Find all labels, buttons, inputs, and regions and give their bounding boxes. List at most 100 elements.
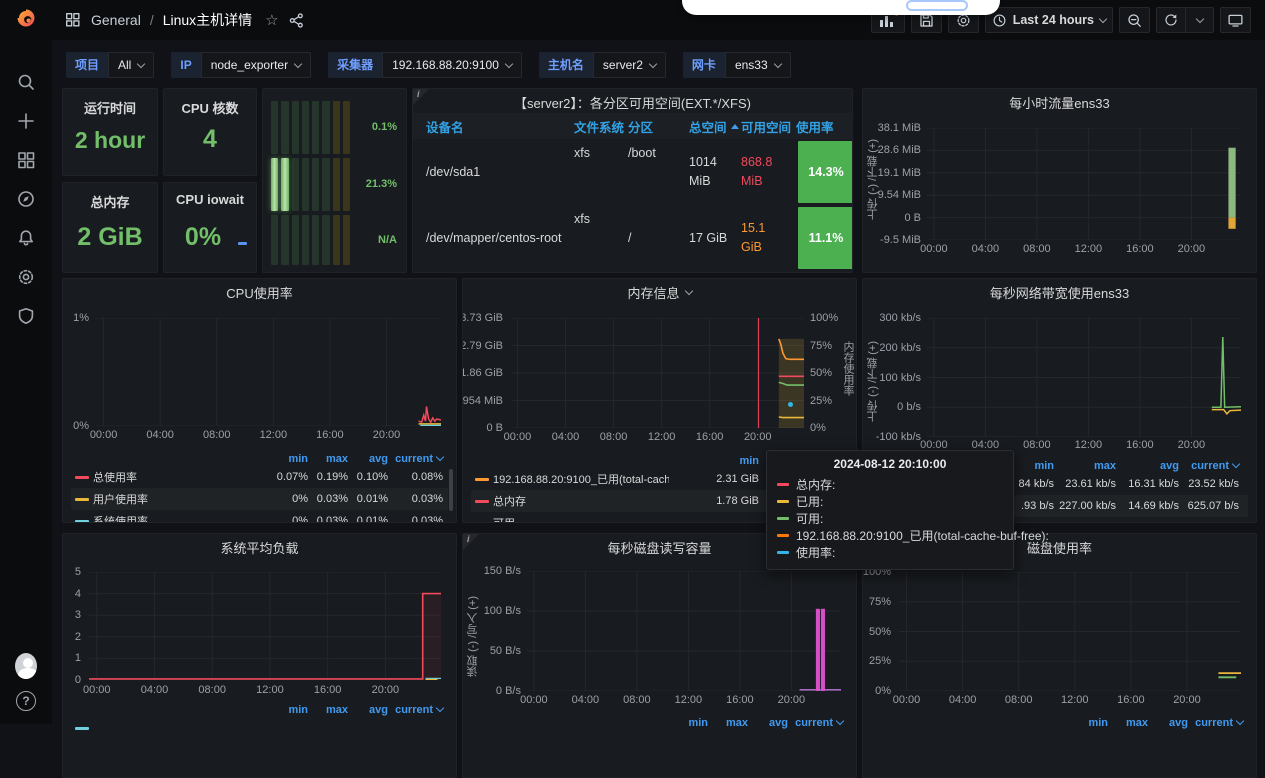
create-plus-icon[interactable] xyxy=(15,110,37,132)
time-range-picker[interactable]: Last 24 hours xyxy=(985,7,1113,33)
legend-scrollbar[interactable] xyxy=(449,469,453,511)
panel-title[interactable]: CPU iowait xyxy=(164,192,256,207)
col-header-total[interactable]: 总空间 xyxy=(689,117,741,136)
breadcrumb-section[interactable]: General xyxy=(91,12,141,28)
disk-usage-plot[interactable] xyxy=(899,572,1241,691)
series-label[interactable]: 总使用率 xyxy=(93,469,253,485)
panel-title[interactable]: 每小时流量ens33 xyxy=(863,89,1256,115)
upload-line xyxy=(1212,410,1241,414)
legend-sort-min[interactable]: min xyxy=(253,453,308,465)
col-header-fs[interactable]: 文件系统 xyxy=(574,117,628,136)
table-row[interactable]: /dev/mapper/centos-root xfs / 17 GiB 15.… xyxy=(413,205,852,271)
filter-value-dropdown[interactable]: 192.168.88.20:9100 xyxy=(382,52,522,78)
col-header-usage[interactable]: 使用率 xyxy=(796,117,853,136)
col-header-avail[interactable]: 可用空间 xyxy=(741,117,796,136)
graph-hover-tooltip: 2024-08-12 20:10:00 总内存: 已用: 可用: 192.168… xyxy=(766,450,1014,570)
tv-mode-button[interactable] xyxy=(1220,7,1251,33)
filter-value-dropdown[interactable]: All xyxy=(108,52,154,78)
configuration-gear-icon[interactable] xyxy=(15,266,37,288)
legend-sort-avg[interactable]: avg xyxy=(748,717,788,729)
panel-title[interactable]: 内存信息 xyxy=(463,279,856,305)
series-label[interactable]: 192.168.88.20:9100_已用(total-cache-buf-fr… xyxy=(493,471,669,487)
admin-shield-icon[interactable] xyxy=(15,305,37,327)
legend-sort-max[interactable]: max xyxy=(1108,717,1148,729)
chevron-down-icon xyxy=(294,59,302,67)
panel-title[interactable]: 运行时间 xyxy=(63,98,157,117)
breadcrumb-separator: / xyxy=(150,12,154,28)
panel-title[interactable]: CPU使用率 xyxy=(63,279,456,305)
legend-sort-max[interactable]: max xyxy=(308,453,348,465)
legend-sort-min[interactable]: min xyxy=(1053,717,1108,729)
legend-sort-current[interactable]: current xyxy=(1188,717,1243,729)
legend-sort-max[interactable]: max xyxy=(1054,460,1116,472)
info-corner-icon[interactable]: i xyxy=(463,534,479,550)
refresh-button[interactable] xyxy=(1156,7,1185,33)
gauge-value: 0.1% xyxy=(372,121,397,133)
series-label[interactable]: 可用 xyxy=(493,515,669,523)
favorite-star-icon[interactable]: ☆ xyxy=(265,11,278,29)
popup-action-button[interactable] xyxy=(906,0,968,11)
x-tick-label: 00:00 xyxy=(893,694,921,706)
panel-title[interactable]: 系统平均负载 xyxy=(63,534,456,560)
disk-rw-plot[interactable] xyxy=(527,571,841,691)
share-icon[interactable] xyxy=(288,12,305,29)
y-tick-label: 0% xyxy=(810,422,826,434)
filter-value-dropdown[interactable]: node_exporter xyxy=(201,52,311,78)
help-icon[interactable]: ? xyxy=(15,690,37,712)
legend-sort-current[interactable]: current xyxy=(788,717,843,729)
gauge-row xyxy=(271,101,350,154)
col-header-device[interactable]: 设备名 xyxy=(426,117,574,136)
filter-label: IP xyxy=(171,52,200,78)
refresh-interval-dropdown[interactable] xyxy=(1185,7,1214,33)
legend-sort-min[interactable]: min xyxy=(253,704,308,716)
legend-sort-current[interactable]: current xyxy=(1179,460,1239,472)
legend-sort-avg[interactable]: avg xyxy=(1148,717,1188,729)
page-title[interactable]: Linux主机详情 xyxy=(163,10,252,30)
filter-value-dropdown[interactable]: ens33 xyxy=(725,52,791,78)
load-plot[interactable] xyxy=(89,572,441,680)
x-tick-label: 00:00 xyxy=(83,684,111,696)
memory-plot[interactable] xyxy=(511,318,804,428)
legend-sort-avg[interactable]: avg xyxy=(1116,460,1179,472)
y-tick-label: 100% xyxy=(810,312,838,324)
legend-sort-max[interactable]: max xyxy=(708,717,748,729)
search-icon[interactable] xyxy=(15,71,37,93)
panel-title[interactable]: 总内存 xyxy=(63,192,157,211)
grafana-logo-icon[interactable] xyxy=(15,7,37,29)
explore-compass-icon[interactable] xyxy=(15,188,37,210)
stat-value: 2 hour xyxy=(63,127,157,154)
legend-row: 可用 xyxy=(471,512,767,523)
network-plot[interactable] xyxy=(927,318,1241,437)
x-tick-label: 08:00 xyxy=(203,429,231,441)
panel-title[interactable]: 【server2】：各分区可用空间(EXT.*/XFS) xyxy=(413,89,852,115)
info-corner-icon[interactable]: i xyxy=(413,89,429,105)
template-variable-row: 项目 All IP node_exporter 采集器 192.168.88.2… xyxy=(66,52,791,78)
dashboards-icon[interactable] xyxy=(15,149,37,171)
legend-sort-min[interactable]: min xyxy=(669,455,759,467)
panel-title[interactable]: CPU 核数 xyxy=(164,98,256,117)
series-label[interactable]: 总内存 xyxy=(493,493,669,509)
x-tick-label: 08:00 xyxy=(623,694,651,706)
table-row[interactable]: /dev/sda1 xfs /boot 1014 MiB 868.8 MiB 1… xyxy=(413,139,852,205)
legend-sort-min[interactable]: min xyxy=(653,717,708,729)
dashboard-grid-icon[interactable] xyxy=(64,11,82,29)
legend-sort-avg[interactable]: avg xyxy=(348,704,388,716)
chevron-down-icon xyxy=(649,59,657,67)
series-label[interactable]: 用户使用率 xyxy=(93,491,253,507)
legend-sort-current[interactable]: current xyxy=(388,704,443,716)
panel-title[interactable]: 每秒网络带宽使用ens33 xyxy=(863,279,1256,305)
y-axis-label-right: 内存使用率 xyxy=(840,341,856,396)
legend-sort-current[interactable]: current xyxy=(388,453,443,465)
alerting-bell-icon[interactable] xyxy=(15,227,37,249)
series-label[interactable]: 系统使用率 xyxy=(93,513,253,523)
legend-sort-avg[interactable]: avg xyxy=(348,453,388,465)
x-tick-label: 08:00 xyxy=(1023,439,1051,451)
write-bar xyxy=(821,609,825,691)
traffic-plot[interactable] xyxy=(927,128,1241,240)
filter-value-dropdown[interactable]: server2 xyxy=(593,52,666,78)
zoom-out-time-button[interactable] xyxy=(1119,7,1150,33)
legend-sort-max[interactable]: max xyxy=(308,704,348,716)
cpu-plot[interactable] xyxy=(96,318,441,426)
col-header-mount[interactable]: 分区 xyxy=(628,117,689,136)
user-avatar[interactable] xyxy=(15,655,37,677)
